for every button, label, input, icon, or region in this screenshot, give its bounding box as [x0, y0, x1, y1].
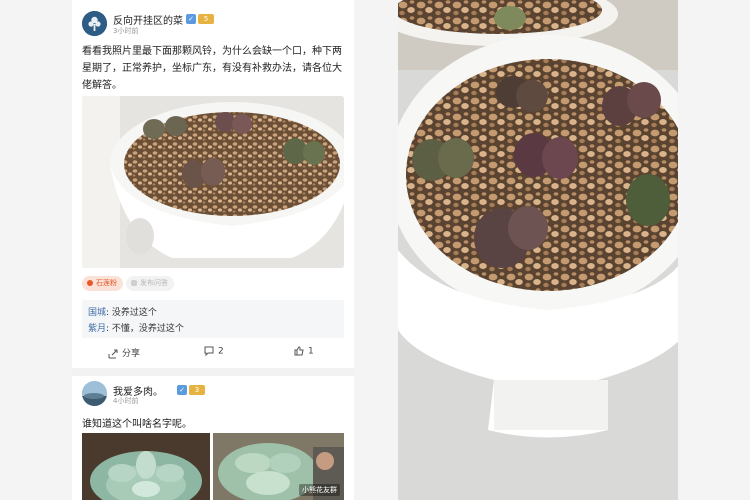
share-button[interactable]: 分享 — [108, 346, 140, 359]
action-bar: 分享 2 1 — [72, 342, 354, 364]
comment-author[interactable]: 紫月 — [88, 324, 106, 334]
comment-preview[interactable]: 国城: 没养过这个 紫月: 不懂，没养过这个 — [82, 300, 344, 338]
user-avatar[interactable] — [82, 381, 107, 406]
avatar-image — [82, 381, 107, 406]
post-body: 谁知道这个叫啥名字呢。 — [82, 419, 192, 430]
post-time: 3小时前 — [113, 27, 139, 35]
topic-tag[interactable]: 石莲粉 — [82, 276, 123, 291]
like-button[interactable]: 1 — [294, 346, 314, 357]
post-time: 4小时前 — [113, 397, 139, 405]
post-photo[interactable]: 小熊花友群 — [213, 433, 344, 500]
verified-icon: ✓ — [186, 14, 196, 24]
share-label: 分享 — [122, 349, 141, 359]
verified-icon: ✓ — [177, 385, 187, 395]
thumbs-up-icon — [294, 346, 304, 356]
user-avatar[interactable] — [82, 11, 107, 36]
post-photo[interactable] — [82, 96, 344, 268]
post-card[interactable]: 反向开挂区的菜 ✓ 5 3小时前 看看我照片里最下面那颗风铃，为什么会缺一个口，… — [72, 0, 354, 368]
comment-count: 2 — [218, 346, 224, 357]
succulent-image — [82, 433, 210, 500]
comment-item: 国城: 没养过这个 — [88, 305, 157, 318]
avatar-image — [82, 11, 107, 36]
topic-tag-label: 石莲粉 — [96, 279, 117, 287]
like-count: 1 — [308, 346, 314, 357]
post-body: 看看我照片里最下面那颗风铃，为什么会缺一个口，种下两星期了，正常养护，坐标广东，… — [82, 46, 342, 91]
level-badge: 5 — [198, 14, 214, 24]
level-badge: 3 — [189, 385, 205, 395]
comment-text: : 没养过这个 — [106, 308, 157, 318]
post-photo[interactable] — [82, 433, 210, 500]
comment-author[interactable]: 国城 — [88, 308, 106, 318]
comment-icon — [204, 346, 214, 356]
qa-tag[interactable]: 发布问答 — [126, 276, 174, 291]
watermark: 小熊花友群 — [299, 484, 340, 496]
username[interactable]: 反向开挂区的菜 — [113, 12, 183, 27]
feed-column: 反向开挂区的菜 ✓ 5 3小时前 看看我照片里最下面那颗风铃，为什么会缺一个口，… — [72, 0, 354, 500]
comment-button[interactable]: 2 — [204, 346, 224, 357]
divider — [72, 368, 354, 376]
succulent-pot-image — [82, 96, 344, 268]
qa-tag-label: 发布问答 — [140, 279, 168, 287]
comment-item: 紫月: 不懂，没养过这个 — [88, 321, 184, 334]
qa-icon — [131, 280, 137, 286]
comment-text: : 不懂，没养过这个 — [106, 324, 184, 334]
enlarged-photo-panel — [398, 0, 678, 500]
succulent-closeup-image — [398, 0, 678, 500]
share-icon — [108, 349, 118, 358]
enlarged-photo[interactable] — [398, 0, 678, 500]
post-card[interactable]: 我爱多肉。 ✓ 3 4小时前 谁知道这个叫啥名字呢。 小熊花友群 — [72, 376, 354, 500]
fire-icon — [87, 280, 93, 286]
